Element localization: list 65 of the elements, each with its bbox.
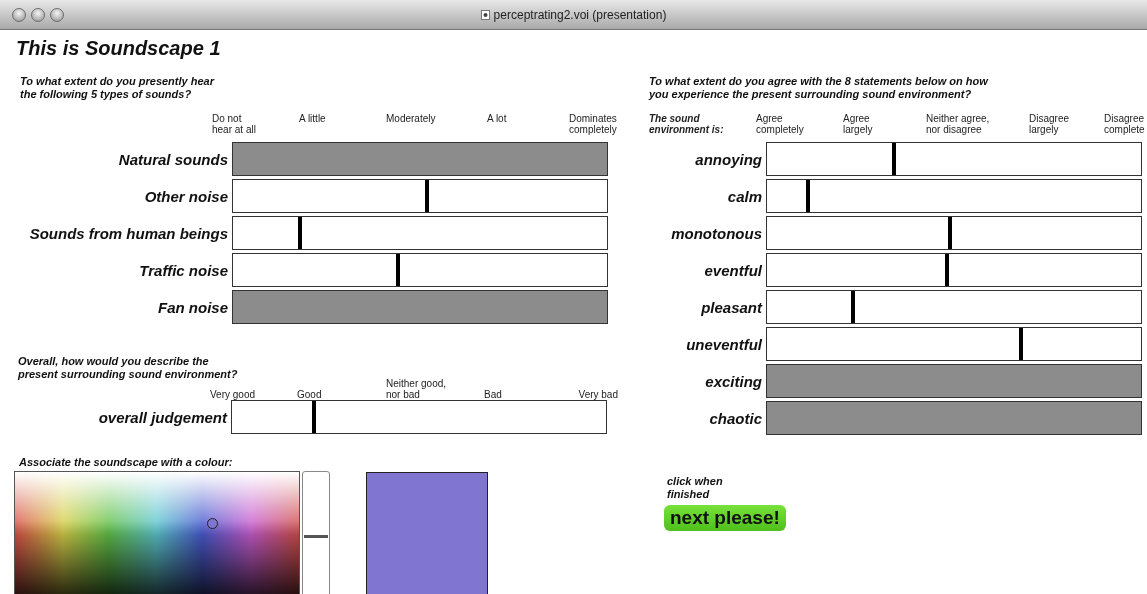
scale-anchor: A little xyxy=(299,113,327,126)
scale-label: Sounds from human beings xyxy=(28,224,229,242)
slider-marker[interactable] xyxy=(892,143,897,175)
scale-label: eventful xyxy=(703,261,763,279)
scale-label: Fan noise xyxy=(157,298,229,316)
scale-label: uneventful xyxy=(685,335,763,353)
slider-marker[interactable] xyxy=(944,254,949,286)
column-header: The sound environment is: xyxy=(649,113,725,137)
scale-anchor: Agree largely xyxy=(843,113,874,137)
scale-anchor: Bad xyxy=(484,389,503,400)
slider-marker[interactable] xyxy=(312,401,317,433)
question-text: Overall, how would you describe the present surrounding sound environment? xyxy=(18,355,239,381)
scale-anchor: Moderately xyxy=(386,113,437,126)
scale-label: monotonous xyxy=(670,224,763,242)
slider-marker[interactable] xyxy=(1019,328,1024,360)
slider-marker[interactable] xyxy=(948,217,953,249)
next-button[interactable]: next please! xyxy=(664,505,786,531)
rating-slider[interactable] xyxy=(232,179,608,213)
document-icon xyxy=(480,9,490,20)
scale-anchor: Do not hear at all xyxy=(212,113,257,137)
rating-slider[interactable] xyxy=(766,142,1142,176)
scale-anchor: Neither agree, nor disagree xyxy=(926,113,991,137)
slider-marker[interactable] xyxy=(851,291,855,323)
hint-text: click when finished xyxy=(667,475,724,501)
rating-slider[interactable] xyxy=(766,327,1142,361)
scale-anchor: Very good xyxy=(210,389,257,400)
scale-anchor: Disagree largely xyxy=(1029,113,1071,137)
colour-field[interactable] xyxy=(14,471,300,594)
scale-anchor: Dominates completely xyxy=(569,113,618,137)
scale-label: overall judgement xyxy=(97,408,229,426)
window-control-icon[interactable] xyxy=(12,7,26,22)
colour-cursor[interactable] xyxy=(207,518,218,529)
rating-slider[interactable] xyxy=(766,179,1142,213)
question-text: Associate the soundscape with a colour: xyxy=(19,456,234,470)
scale-anchor: Neither good, nor bad xyxy=(386,378,448,400)
page-heading: This is Soundscape 1 xyxy=(16,37,222,61)
scale-label: pleasant xyxy=(700,298,764,316)
scale-label: Traffic noise xyxy=(138,261,229,279)
scale-label: annoying xyxy=(694,150,763,168)
rating-slider[interactable] xyxy=(231,400,607,434)
scale-anchor: Very bad xyxy=(577,389,618,400)
window-control-icon[interactable] xyxy=(31,7,45,22)
slider-marker[interactable] xyxy=(806,180,811,212)
slider-marker[interactable] xyxy=(298,217,303,249)
scale-label: Natural sounds xyxy=(117,150,229,168)
scale-anchor: Good xyxy=(297,389,323,400)
scale-anchor: A lot xyxy=(487,113,508,126)
question-text: To what extent do you agree with the 8 statements below on how you experience the present surrounding sound environment? xyxy=(649,75,990,101)
question-text: To what extent do you presently hear the following 5 types of sounds? xyxy=(20,75,216,101)
window-title: perceptrating2.voi (presentation) xyxy=(493,7,667,22)
rating-slider[interactable] xyxy=(766,253,1142,287)
scale-anchor: Agree completely xyxy=(756,113,805,137)
scale-label: chaotic xyxy=(708,409,763,427)
rating-slider[interactable] xyxy=(766,216,1142,250)
scale-label: Other noise xyxy=(143,187,229,205)
scale-label: calm xyxy=(726,187,763,205)
window-control-icon[interactable] xyxy=(50,7,64,22)
scale-anchor: Disagree complete xyxy=(1104,113,1146,137)
slider-marker[interactable] xyxy=(425,180,430,212)
rating-slider[interactable] xyxy=(232,216,608,250)
rating-slider[interactable] xyxy=(766,290,1142,324)
rating-slider[interactable] xyxy=(232,253,608,287)
brightness-thumb[interactable] xyxy=(304,535,328,538)
slider-marker[interactable] xyxy=(395,254,400,286)
scale-label: exciting xyxy=(704,372,763,390)
